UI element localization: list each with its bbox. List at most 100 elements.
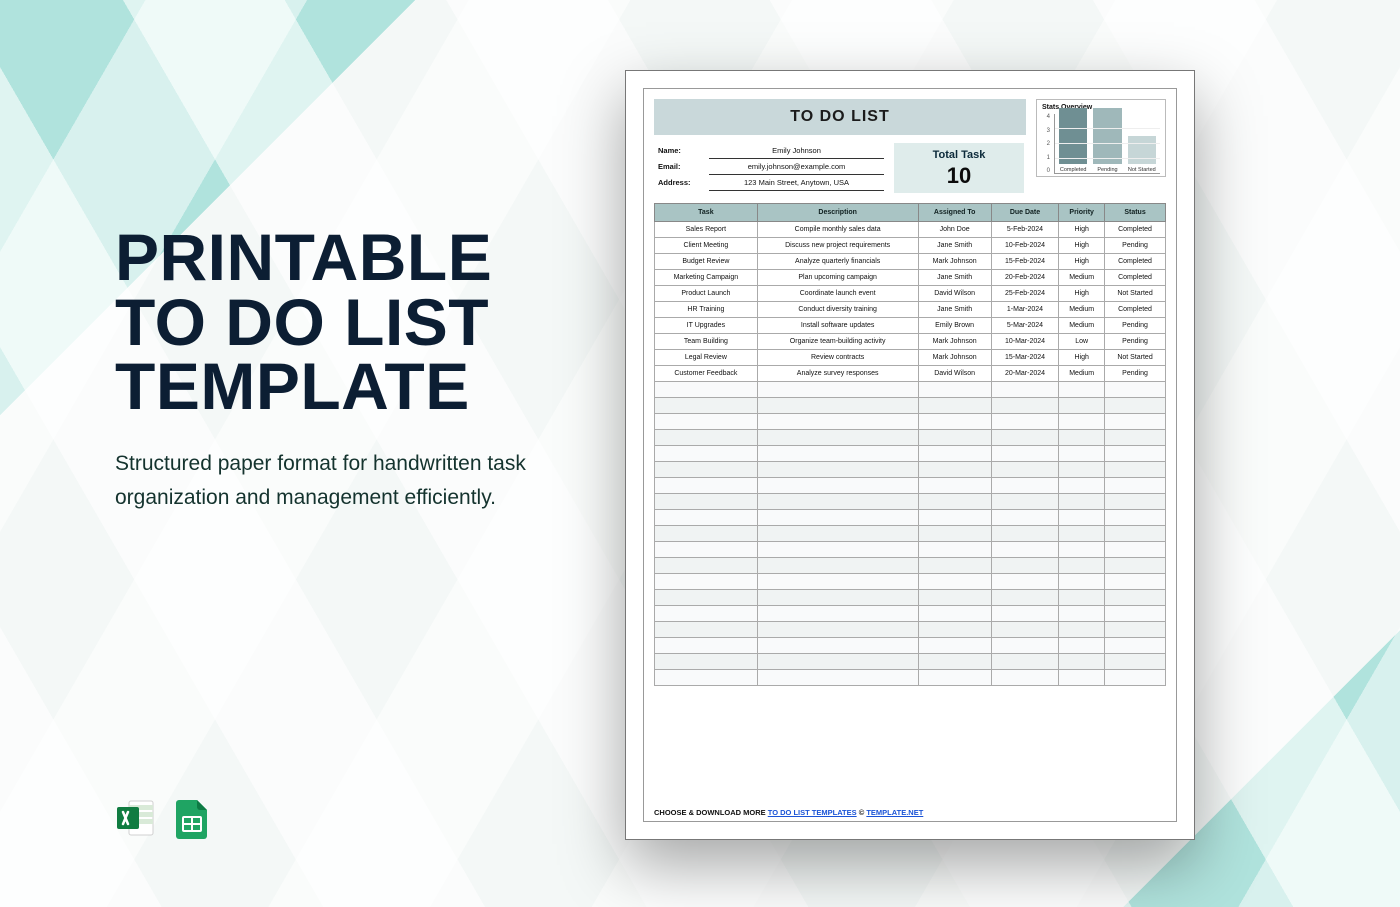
table-cell: Not Started — [1105, 350, 1166, 366]
table-cell-empty — [918, 574, 991, 590]
footer-link-1[interactable]: TO DO LIST TEMPLATES — [768, 808, 857, 817]
table-cell-empty — [1059, 510, 1105, 526]
table-cell-empty — [1105, 542, 1166, 558]
table-cell-empty — [991, 638, 1059, 654]
table-row-empty — [655, 638, 1166, 654]
table-cell-empty — [1059, 526, 1105, 542]
table-cell-empty — [918, 494, 991, 510]
table-cell: Team Building — [655, 334, 758, 350]
table-row-empty — [655, 430, 1166, 446]
table-cell-empty — [991, 670, 1059, 686]
table-cell: 15-Mar-2024 — [991, 350, 1059, 366]
table-cell-empty — [918, 654, 991, 670]
table-cell-empty — [655, 414, 758, 430]
template-document: TO DO LIST Name: Emily Johnson Email: em… — [625, 70, 1195, 840]
table-cell-empty — [918, 526, 991, 542]
table-cell-empty — [655, 574, 758, 590]
table-cell-empty — [757, 510, 918, 526]
table-cell-empty — [655, 494, 758, 510]
table-cell-empty — [655, 622, 758, 638]
chart-bar-label: Not Started — [1128, 167, 1156, 173]
table-row-empty — [655, 446, 1166, 462]
table-header-row: TaskDescriptionAssigned ToDue DatePriori… — [655, 204, 1166, 222]
table-cell-empty — [991, 542, 1059, 558]
table-cell: Completed — [1105, 270, 1166, 286]
table-cell-empty — [918, 622, 991, 638]
table-cell-empty — [757, 638, 918, 654]
table-cell-empty — [1059, 654, 1105, 670]
table-cell-empty — [1105, 670, 1166, 686]
table-cell: 20-Mar-2024 — [991, 366, 1059, 382]
table-cell: Mark Johnson — [918, 350, 991, 366]
chart-bars: Completed Pending Not Started — [1054, 114, 1160, 174]
table-cell: Pending — [1105, 318, 1166, 334]
stats-overview-chart: Stats Overview 43210 CompletedPendingNot… — [1036, 99, 1166, 177]
table-cell: Completed — [1105, 254, 1166, 270]
table-cell-empty — [918, 606, 991, 622]
table-cell: Medium — [1059, 302, 1105, 318]
table-cell-empty — [757, 606, 918, 622]
table-cell: Install software updates — [757, 318, 918, 334]
table-cell: Customer Feedback — [655, 366, 758, 382]
table-cell: Pending — [1105, 334, 1166, 350]
table-column-header: Status — [1105, 204, 1166, 222]
table-row-empty — [655, 510, 1166, 526]
table-cell-empty — [1105, 430, 1166, 446]
table-cell-empty — [918, 446, 991, 462]
table-cell: Mark Johnson — [918, 254, 991, 270]
table-cell-empty — [918, 590, 991, 606]
table-row-empty — [655, 414, 1166, 430]
promo-text-block: PRINTABLE TO DO LIST TEMPLATE Structured… — [115, 225, 555, 514]
table-cell: Marketing Campaign — [655, 270, 758, 286]
table-cell: Plan upcoming campaign — [757, 270, 918, 286]
template-description: Structured paper format for handwritten … — [115, 447, 555, 514]
table-cell-empty — [757, 558, 918, 574]
table-cell-empty — [757, 462, 918, 478]
table-row: Legal ReviewReview contractsMark Johnson… — [655, 350, 1166, 366]
table-cell-empty — [918, 430, 991, 446]
chart-bar-label: Pending — [1097, 167, 1117, 173]
table-cell: Jane Smith — [918, 302, 991, 318]
table-cell: Client Meeting — [655, 238, 758, 254]
table-cell: John Doe — [918, 222, 991, 238]
table-cell-empty — [655, 654, 758, 670]
table-cell-empty — [655, 510, 758, 526]
table-row: Marketing CampaignPlan upcoming campaign… — [655, 270, 1166, 286]
table-cell: Conduct diversity training — [757, 302, 918, 318]
email-value: emily.johnson@example.com — [709, 159, 884, 175]
table-row: Customer FeedbackAnalyze survey response… — [655, 366, 1166, 382]
table-cell-empty — [918, 414, 991, 430]
table-cell-empty — [918, 558, 991, 574]
table-body: Sales ReportCompile monthly sales dataJo… — [655, 222, 1166, 686]
footer-link-2[interactable]: TEMPLATE.NET — [866, 808, 923, 817]
table-cell-empty — [655, 590, 758, 606]
table-cell-empty — [1105, 414, 1166, 430]
document-title: TO DO LIST — [654, 99, 1026, 135]
table-cell-empty — [1059, 398, 1105, 414]
chart-bar: Pending — [1093, 108, 1121, 173]
table-cell-empty — [1105, 510, 1166, 526]
table-cell: 10-Feb-2024 — [991, 238, 1059, 254]
chart-bar-label: Completed — [1060, 167, 1087, 173]
table-cell-empty — [1059, 414, 1105, 430]
table-cell-empty — [757, 526, 918, 542]
table-row-empty — [655, 590, 1166, 606]
table-cell-empty — [918, 638, 991, 654]
table-cell-empty — [1105, 398, 1166, 414]
table-row-empty — [655, 478, 1166, 494]
tasks-table: TaskDescriptionAssigned ToDue DatePriori… — [654, 203, 1166, 686]
table-cell-empty — [991, 606, 1059, 622]
table-cell-empty — [991, 398, 1059, 414]
table-cell-empty — [918, 478, 991, 494]
table-cell: Coordinate launch event — [757, 286, 918, 302]
table-cell-empty — [991, 446, 1059, 462]
table-cell-empty — [1105, 590, 1166, 606]
table-cell-empty — [655, 670, 758, 686]
table-column-header: Description — [757, 204, 918, 222]
table-cell-empty — [1105, 574, 1166, 590]
name-label: Name: — [654, 143, 709, 159]
table-cell-empty — [655, 398, 758, 414]
table-cell: Medium — [1059, 270, 1105, 286]
table-cell: HR Training — [655, 302, 758, 318]
table-cell-empty — [1059, 382, 1105, 398]
